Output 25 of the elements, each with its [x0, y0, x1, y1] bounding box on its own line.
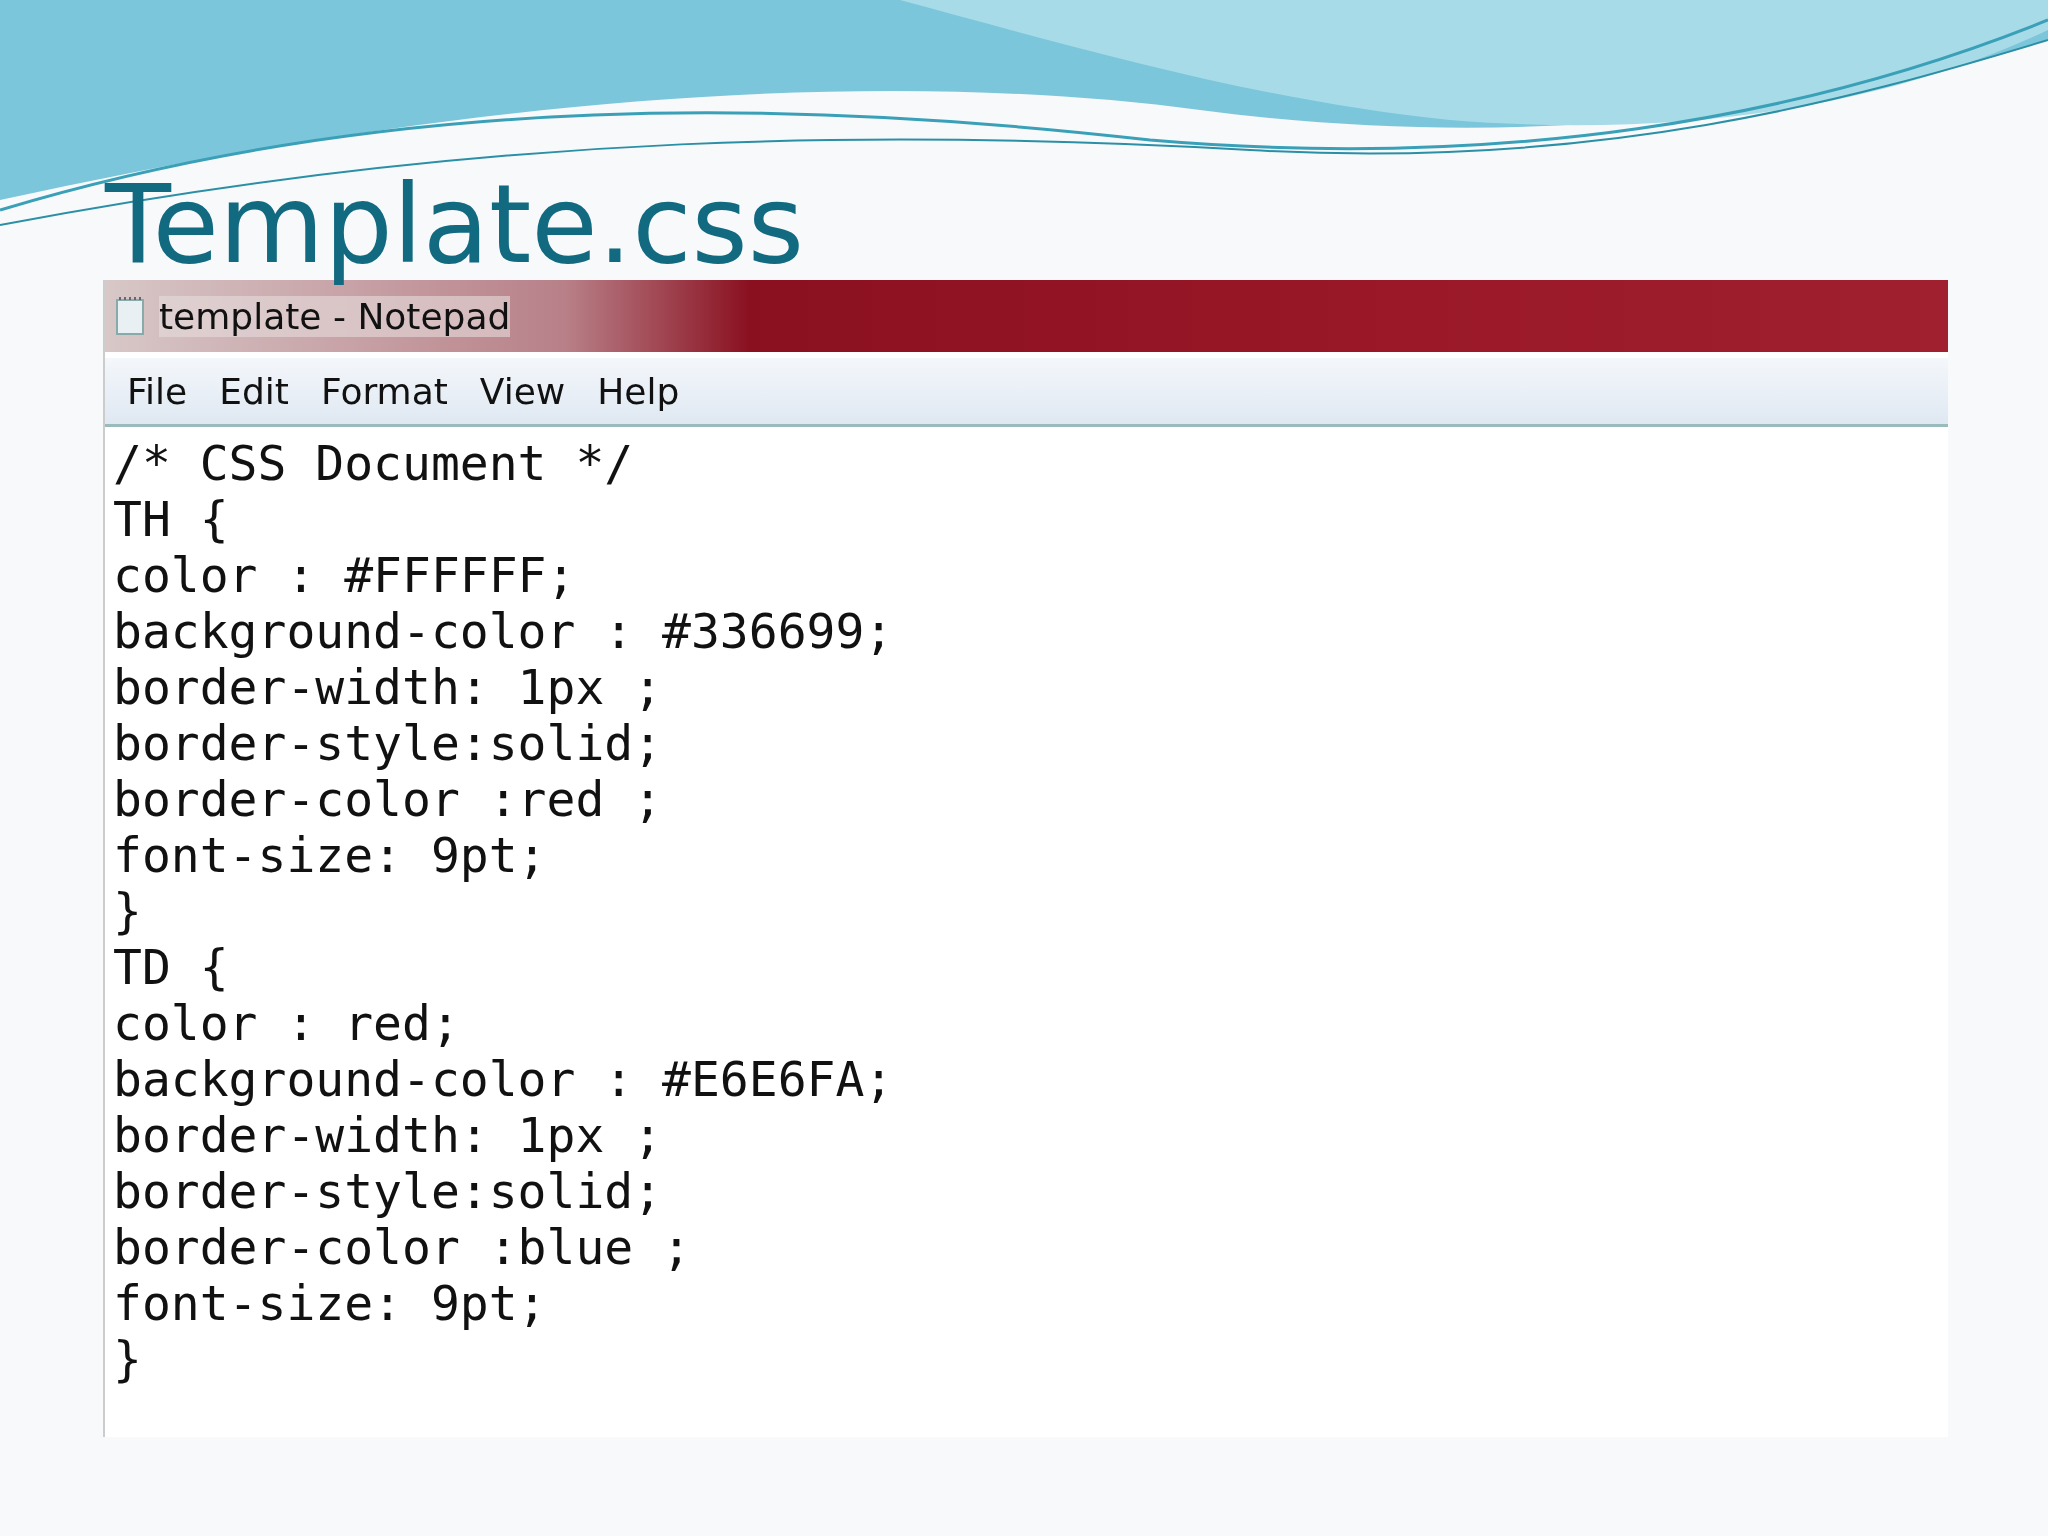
code-line: font-size: 9pt; [113, 1275, 548, 1331]
code-line: border-color :red ; [113, 771, 664, 827]
code-line: TH { [113, 491, 230, 547]
code-line: color : red; [113, 995, 461, 1051]
code-line: color : #FFFFFF; [113, 547, 577, 603]
code-line: border-width: 1px ; [113, 1107, 664, 1163]
code-line: /* CSS Document */ [113, 435, 635, 491]
code-line: font-size: 9pt; [113, 827, 548, 883]
code-line: } [113, 1331, 143, 1387]
code-line: } [113, 883, 143, 939]
code-line: background-color : #E6E6FA; [113, 1051, 895, 1107]
menu-item[interactable]: File [115, 370, 208, 412]
slide-title: Template.css [105, 161, 805, 289]
menu-item[interactable]: Edit [207, 370, 309, 412]
code-line: border-width: 1px ; [113, 659, 664, 715]
code-line: border-style:solid; [113, 715, 664, 771]
code-line: TD { [113, 939, 230, 995]
menu-item[interactable]: Format [308, 370, 468, 412]
menu-item[interactable]: View [467, 370, 586, 412]
notepad-icon [115, 296, 145, 336]
code-line: background-color : #336699; [113, 603, 895, 659]
menu-item[interactable]: Help [585, 370, 700, 412]
code-line: border-color :blue ; [113, 1219, 692, 1275]
code-line: border-style:solid; [113, 1163, 664, 1219]
window-title: template - Notepad [159, 295, 511, 337]
